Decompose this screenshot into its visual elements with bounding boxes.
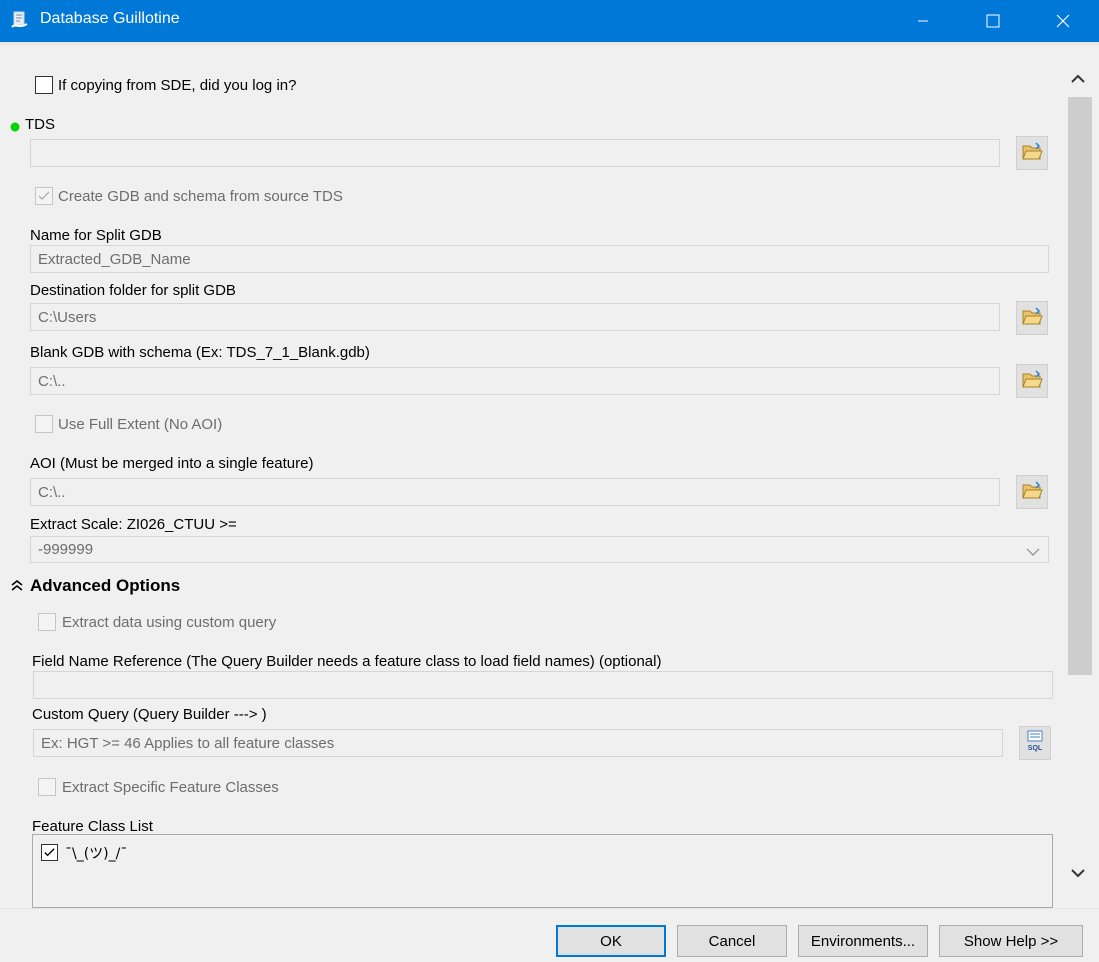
custom-query-checkbox[interactable] bbox=[38, 613, 56, 631]
extract-scale-select[interactable]: -999999 bbox=[30, 536, 1049, 563]
checkmark-icon bbox=[44, 848, 55, 857]
specific-fc-checkbox-label: Extract Specific Feature Classes bbox=[62, 779, 279, 796]
title-bar: Database Guillotine bbox=[0, 0, 1099, 42]
custom-query-checkbox-label: Extract data using custom query bbox=[62, 614, 277, 631]
collapse-double-chevron-icon[interactable] bbox=[10, 578, 24, 596]
sql-query-builder-icon: SQL bbox=[1025, 730, 1045, 756]
advanced-options-heading[interactable]: Advanced Options bbox=[30, 576, 180, 596]
dialog-footer: OK Cancel Environments... Show Help >> bbox=[0, 908, 1099, 962]
folder-open-icon bbox=[1021, 369, 1043, 393]
field-name-ref-label: Field Name Reference (The Query Builder … bbox=[32, 653, 662, 670]
list-item-label: ¯\_(ツ)_/¯ bbox=[65, 846, 128, 862]
green-dot-icon bbox=[10, 119, 20, 136]
aoi-label: AOI (Must be merged into a single featur… bbox=[30, 455, 314, 472]
chevron-down-icon bbox=[1026, 544, 1040, 561]
aoi-input[interactable]: C:\.. bbox=[30, 478, 1000, 506]
scroll-up-icon[interactable] bbox=[1070, 71, 1086, 88]
sde-login-label: If copying from SDE, did you log in? bbox=[58, 77, 297, 94]
folder-open-icon bbox=[1021, 306, 1043, 330]
custom-query-label: Custom Query (Query Builder ---> ) bbox=[32, 706, 267, 723]
feature-class-list-label: Feature Class List bbox=[32, 818, 153, 835]
tds-label: TDS bbox=[25, 116, 55, 133]
maximize-icon[interactable] bbox=[970, 0, 1016, 42]
blank-gdb-input[interactable]: C:\.. bbox=[30, 367, 1000, 395]
blank-gdb-browse-button[interactable] bbox=[1016, 364, 1048, 398]
sde-login-checkbox[interactable] bbox=[35, 76, 53, 94]
list-item-checkbox[interactable] bbox=[41, 844, 58, 861]
folder-open-icon bbox=[1021, 141, 1043, 165]
dest-folder-label: Destination folder for split GDB bbox=[30, 282, 236, 299]
custom-query-input[interactable]: Ex: HGT >= 46 Applies to all feature cla… bbox=[33, 729, 1003, 757]
dest-folder-browse-button[interactable] bbox=[1016, 301, 1048, 335]
aoi-browse-button[interactable] bbox=[1016, 475, 1048, 509]
create-gdb-label: Create GDB and schema from source TDS bbox=[58, 188, 343, 205]
extract-scale-value: -999999 bbox=[38, 541, 94, 558]
extract-scale-label: Extract Scale: ZI026_CTUU >= bbox=[30, 516, 237, 533]
window-title: Database Guillotine bbox=[40, 10, 180, 27]
dest-folder-input[interactable]: C:\Users bbox=[30, 303, 1000, 331]
scroll-down-icon[interactable] bbox=[1070, 867, 1086, 884]
full-extent-checkbox[interactable] bbox=[35, 415, 53, 433]
tds-input[interactable] bbox=[30, 139, 1000, 167]
scrollbar-thumb[interactable] bbox=[1068, 97, 1092, 675]
close-icon[interactable] bbox=[1040, 0, 1086, 42]
vertical-scrollbar[interactable] bbox=[1065, 45, 1099, 908]
environments-button[interactable]: Environments... bbox=[798, 925, 928, 957]
feature-class-listbox[interactable]: ¯\_(ツ)_/¯ bbox=[32, 834, 1053, 908]
minimize-icon[interactable] bbox=[900, 0, 946, 42]
tds-browse-button[interactable] bbox=[1016, 136, 1048, 170]
blank-gdb-label: Blank GDB with schema (Ex: TDS_7_1_Blank… bbox=[30, 344, 370, 361]
specific-fc-checkbox[interactable] bbox=[38, 778, 56, 796]
split-gdb-name-label: Name for Split GDB bbox=[30, 227, 162, 244]
ok-button[interactable]: OK bbox=[556, 925, 666, 957]
query-builder-sql-button[interactable]: SQL bbox=[1019, 726, 1051, 760]
create-gdb-checkbox[interactable] bbox=[35, 187, 53, 205]
folder-open-icon bbox=[1021, 480, 1043, 504]
show-help-button[interactable]: Show Help >> bbox=[939, 925, 1083, 957]
split-gdb-name-input[interactable]: Extracted_GDB_Name bbox=[30, 245, 1049, 273]
field-name-ref-input[interactable] bbox=[33, 671, 1053, 699]
sql-icon-text: SQL bbox=[1028, 745, 1043, 752]
cancel-button[interactable]: Cancel bbox=[677, 925, 787, 957]
geoprocessing-tool-icon bbox=[10, 10, 30, 30]
full-extent-label: Use Full Extent (No AOI) bbox=[58, 416, 223, 433]
checkmark-icon bbox=[38, 191, 50, 200]
